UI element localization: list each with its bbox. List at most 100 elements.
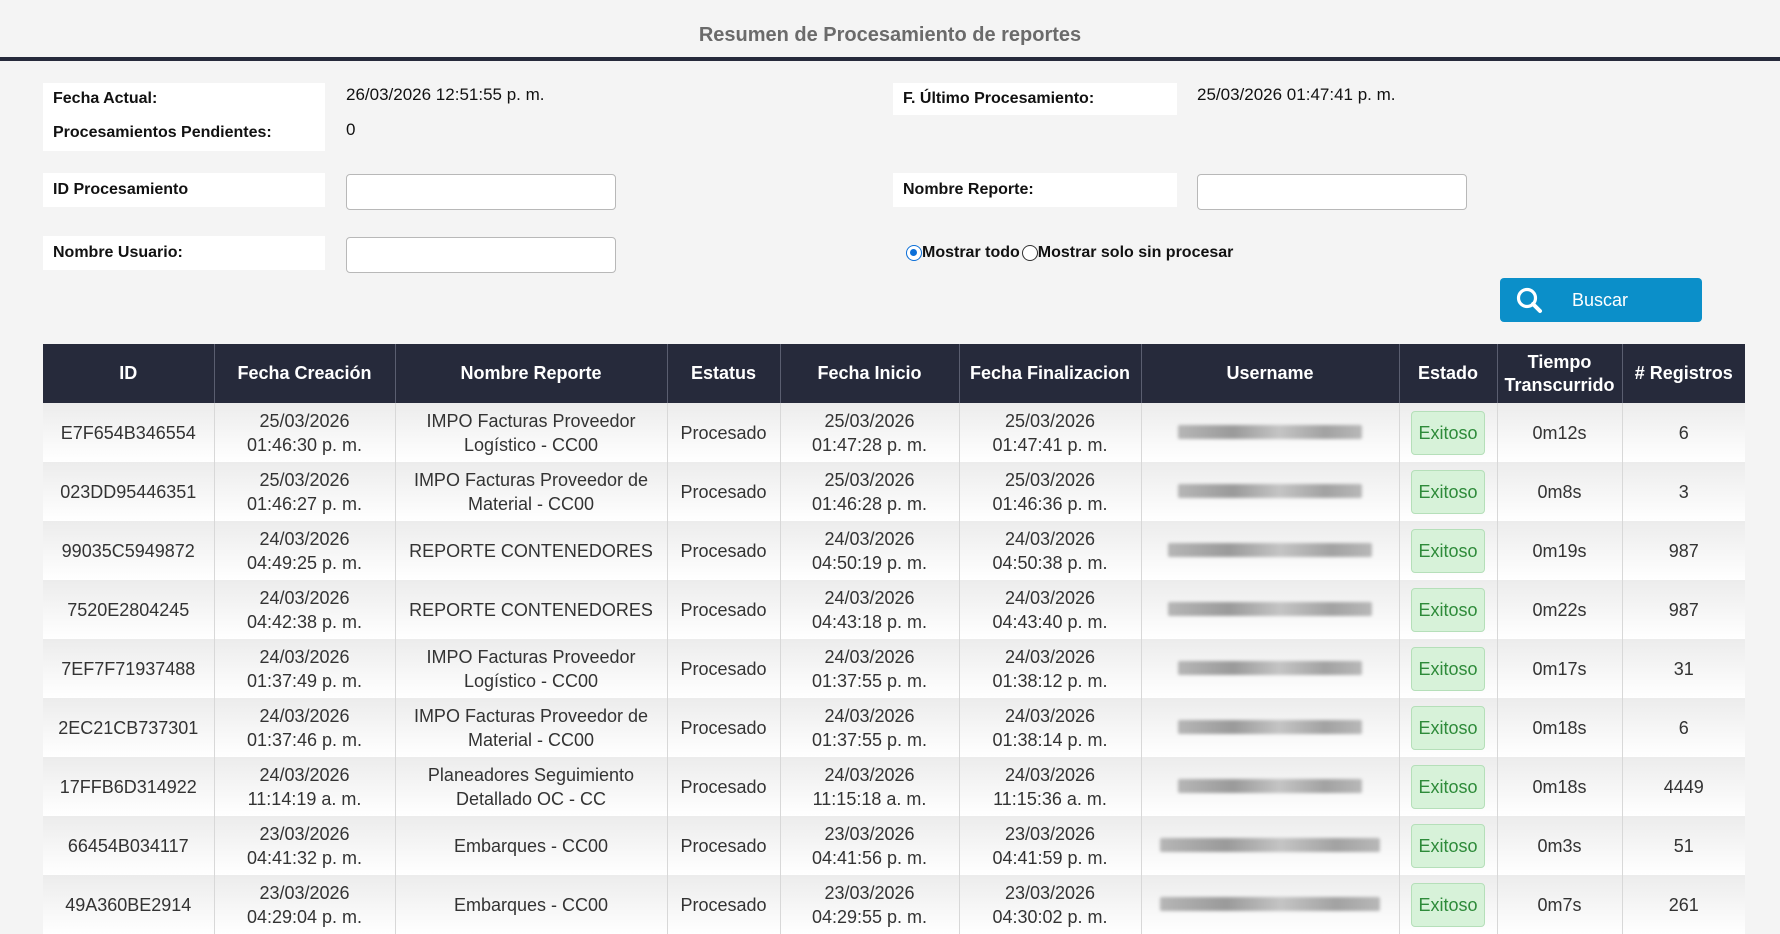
radio-mostrar-sin-procesar[interactable] [1021,245,1038,261]
cell-registros: 987 [1622,521,1745,580]
cell-username [1141,875,1400,934]
redacted-username [1168,601,1372,616]
cell-fecha-fin: 24/03/2026 04:43:40 p. m. [959,580,1142,639]
radio-mostrar-sin-procesar-label[interactable]: Mostrar solo sin procesar [1038,244,1234,262]
table-row[interactable]: 7EF7F71937488 24/03/2026 01:37:49 p. m. IMP… [43,639,1745,698]
radio-mostrar-todo[interactable] [906,245,922,261]
cell-registros: 3 [1622,462,1745,521]
cell-id: 66454B034117 [43,816,215,875]
cell-nombre-reporte: Embarques - CC00 [395,816,668,875]
redacted-username [1178,660,1362,675]
cell-nombre-reporte: REPORTE CONTENEDORES [395,521,668,580]
table-row[interactable]: 17FFB6D314922 24/03/2026 11:14:19 a. m. Pla… [43,757,1745,816]
title-divider [0,57,1780,61]
fecha-actual-value: 26/03/2026 12:51:55 p. m. [346,85,545,104]
processing-table: ID Fecha Creación Nombre Reporte Estatus… [43,344,1745,934]
status-badge: Exitoso [1411,646,1485,691]
cell-fecha-inicio: 24/03/2026 04:50:19 p. m. [780,521,960,580]
cell-fecha-fin: 23/03/2026 04:41:59 p. m. [959,816,1142,875]
cell-registros: 4449 [1622,757,1745,816]
col-header-tiempo[interactable]: Tiempo Transcurrido [1497,344,1623,403]
cell-estado: Exitoso [1399,639,1498,698]
table-row[interactable]: E7F654B346554 25/03/2026 01:46:30 p. m. IMP… [43,403,1745,462]
table-row[interactable]: 99035C5949872 24/03/2026 04:49:25 p. m. REP… [43,521,1745,580]
cell-id: 49A360BE2914 [43,875,215,934]
cell-fecha-inicio: 24/03/2026 01:37:55 p. m. [780,698,960,757]
col-header-fecha-inicio[interactable]: Fecha Inicio [780,344,960,403]
cell-fecha-inicio: 23/03/2026 04:29:55 p. m. [780,875,960,934]
cell-id: 023DD95446351 [43,462,215,521]
col-header-fecha-creacion[interactable]: Fecha Creación [214,344,396,403]
cell-tiempo: 0m12s [1497,403,1623,462]
table-row[interactable]: 023DD95446351 25/03/2026 01:46:27 p. m. IMP… [43,462,1745,521]
cell-fecha-inicio: 25/03/2026 01:47:28 p. m. [780,403,960,462]
cell-registros: 987 [1622,580,1745,639]
col-header-estatus[interactable]: Estatus [667,344,781,403]
col-header-username[interactable]: Username [1141,344,1400,403]
cell-id: E7F654B346554 [43,403,215,462]
cell-fecha-creacion: 24/03/2026 04:49:25 p. m. [214,521,396,580]
cell-estado: Exitoso [1399,875,1498,934]
cell-estado: Exitoso [1399,403,1498,462]
table-row[interactable]: 66454B034117 23/03/2026 04:41:32 p. m. Emba… [43,816,1745,875]
cell-tiempo: 0m7s [1497,875,1623,934]
cell-fecha-creacion: 24/03/2026 01:37:49 p. m. [214,639,396,698]
cell-fecha-fin: 25/03/2026 01:47:41 p. m. [959,403,1142,462]
cell-fecha-fin: 23/03/2026 04:30:02 p. m. [959,875,1142,934]
cell-estatus: Procesado [667,403,781,462]
cell-id: 99035C5949872 [43,521,215,580]
cell-fecha-creacion: 25/03/2026 01:46:30 p. m. [214,403,396,462]
col-header-registros[interactable]: # Registros [1622,344,1745,403]
col-header-fecha-finalizacion[interactable]: Fecha Finalizacion [959,344,1142,403]
redacted-username [1178,424,1362,439]
cell-registros: 31 [1622,639,1745,698]
table-row[interactable]: 2EC21CB737301 24/03/2026 01:37:46 p. m. IMP… [43,698,1745,757]
cell-username [1141,580,1400,639]
table-row[interactable]: 7520E2804245 24/03/2026 04:42:38 p. m. REPO… [43,580,1745,639]
id-procesamiento-input[interactable] [346,174,616,210]
cell-tiempo: 0m8s [1497,462,1623,521]
cell-fecha-creacion: 24/03/2026 04:42:38 p. m. [214,580,396,639]
cell-fecha-inicio: 24/03/2026 11:15:18 a. m. [780,757,960,816]
search-icon [1514,285,1544,315]
cell-tiempo: 0m19s [1497,521,1623,580]
table-body: E7F654B346554 25/03/2026 01:46:30 p. m. IMP… [43,403,1745,934]
cell-fecha-fin: 24/03/2026 11:15:36 a. m. [959,757,1142,816]
cell-username [1141,757,1400,816]
cell-estado: Exitoso [1399,698,1498,757]
cell-username [1141,521,1400,580]
radio-mostrar-todo-label[interactable]: Mostrar todo [922,244,1020,262]
cell-fecha-fin: 24/03/2026 01:38:14 p. m. [959,698,1142,757]
redacted-username [1168,542,1372,557]
table-header-row: ID Fecha Creación Nombre Reporte Estatus… [43,344,1745,403]
col-header-estado[interactable]: Estado [1399,344,1498,403]
nombre-usuario-input[interactable] [346,237,616,273]
ultimo-procesamiento-value: 25/03/2026 01:47:41 p. m. [1197,85,1396,104]
cell-estado: Exitoso [1399,580,1498,639]
cell-fecha-creacion: 24/03/2026 11:14:19 a. m. [214,757,396,816]
cell-nombre-reporte: IMPO Facturas Proveedor de Material - CC0… [395,698,668,757]
cell-fecha-fin: 25/03/2026 01:46:36 p. m. [959,462,1142,521]
col-header-nombre-reporte[interactable]: Nombre Reporte [395,344,668,403]
cell-estado: Exitoso [1399,757,1498,816]
search-button[interactable]: Buscar [1500,278,1702,322]
cell-estatus: Procesado [667,462,781,521]
cell-id: 7520E2804245 [43,580,215,639]
pendientes-value: 0 [346,120,356,139]
col-header-id[interactable]: ID [43,344,215,403]
ultimo-procesamiento-label: F. Último Procesamiento: [893,83,1177,115]
status-badge: Exitoso [1411,823,1485,868]
cell-fecha-creacion: 24/03/2026 01:37:46 p. m. [214,698,396,757]
cell-fecha-inicio: 25/03/2026 01:46:28 p. m. [780,462,960,521]
cell-fecha-fin: 24/03/2026 01:38:12 p. m. [959,639,1142,698]
cell-tiempo: 0m18s [1497,757,1623,816]
cell-registros: 6 [1622,403,1745,462]
cell-username [1141,698,1400,757]
nombre-reporte-input[interactable] [1197,174,1467,210]
cell-fecha-inicio: 24/03/2026 01:37:55 p. m. [780,639,960,698]
status-badge: Exitoso [1411,764,1485,809]
cell-nombre-reporte: Planeadores Seguimiento Detallado OC - CC [395,757,668,816]
table-row[interactable]: 49A360BE2914 23/03/2026 04:29:04 p. m. Emba… [43,875,1745,934]
status-badge: Exitoso [1411,705,1485,750]
status-badge: Exitoso [1411,882,1485,927]
